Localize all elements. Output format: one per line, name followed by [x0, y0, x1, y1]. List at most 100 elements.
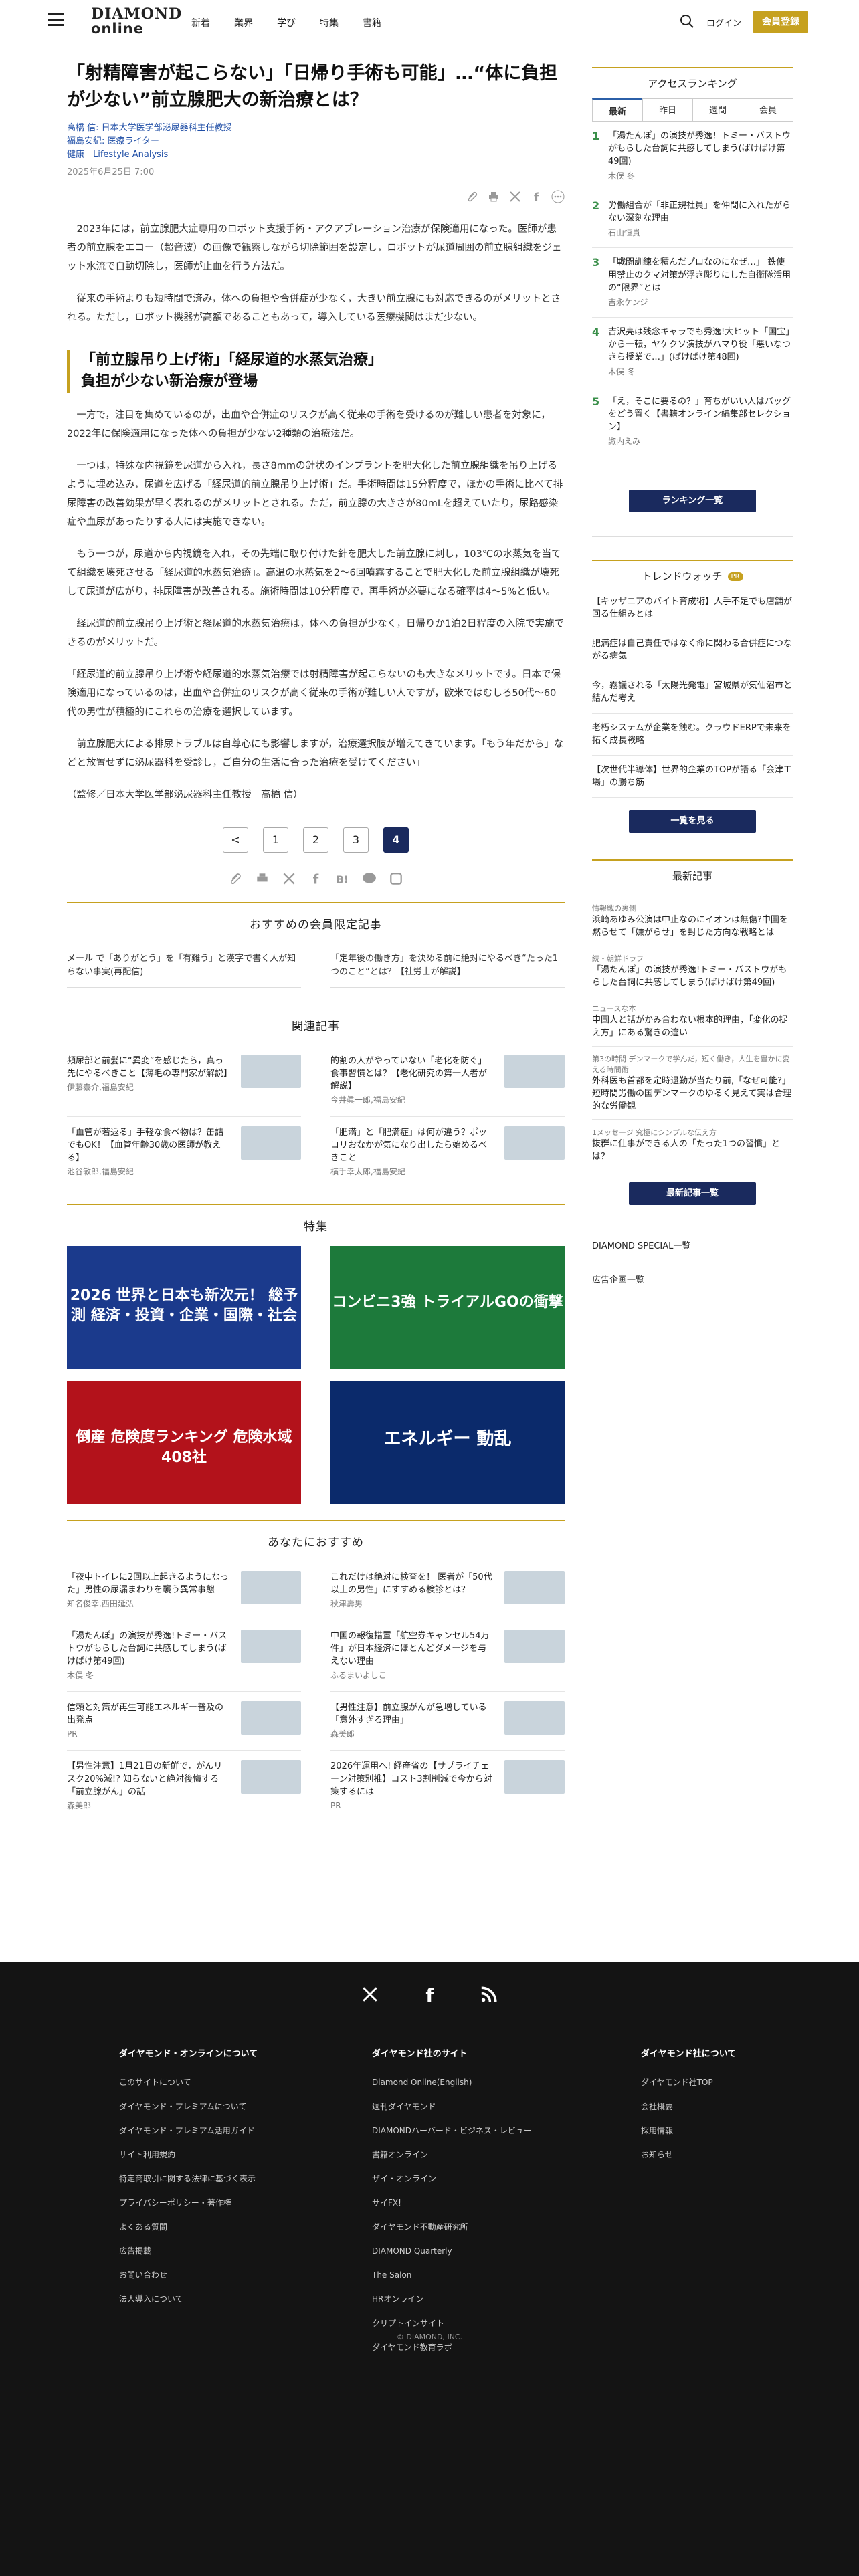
ad-feature-link[interactable]: 広告企画一覧	[592, 1266, 793, 1292]
recommend-article[interactable]: これだけは絶対に検査を！ 医者が「50代以上の男性」にすすめる検診とは？ 秋津壽男	[330, 1562, 565, 1620]
x-icon[interactable]	[282, 871, 296, 886]
footer-link[interactable]: プライバシーポリシー・著作権	[119, 2191, 258, 2215]
feature-banner-energy[interactable]: エネルギー 動乱	[330, 1381, 565, 1504]
diamond-special-link[interactable]: DIAMOND SPECIAL一覧	[592, 1232, 793, 1258]
hatena-icon[interactable]: B!	[335, 871, 350, 886]
related-article[interactable]: 「血管が若返る」手軽な食べ物は？缶詰でもOK！【血管年齢30歳の医師が教える】池…	[67, 1117, 301, 1188]
feature-banner-forecast[interactable]: 2026 世界と日本も新次元！ 総予測 経済・投資・企業・国際・社会	[67, 1246, 301, 1369]
footer-link[interactable]: Diamond Online(English)	[372, 2070, 532, 2095]
tab-yesterday[interactable]: 昨日	[642, 98, 693, 121]
new-articles-list-button[interactable]: 最新記事一覧	[629, 1182, 756, 1205]
nav-industry[interactable]: 業界	[234, 16, 253, 29]
footer-link[interactable]: お知らせ	[641, 2143, 736, 2167]
new-article-item[interactable]: ニュースな本 中国人と話がかみ合わない根本的理由，「変化の捉え方」にある驚きの違い	[592, 996, 793, 1047]
footer-link[interactable]: よくある質問	[119, 2215, 258, 2239]
footer-link[interactable]: クリプトインサイト	[372, 2311, 532, 2335]
site-logo[interactable]: DIAMOND online	[91, 7, 182, 36]
footer-link[interactable]: 週刊ダイヤモンド	[372, 2095, 532, 2119]
facebook-icon[interactable]: f	[420, 1984, 439, 2006]
feature-banner-convenience[interactable]: コンビニ3強 トライアルGOの衝撃	[330, 1246, 565, 1369]
page-1-button[interactable]: 1	[263, 827, 288, 853]
article-tags[interactable]: 健康 Lifestyle Analysis	[67, 148, 565, 162]
related-article[interactable]: 頻尿部と前髪に“異変”を感じたら，真っ先にやるべきこと【薄毛の専門家が解説】 伊藤…	[67, 1045, 301, 1117]
member-article-link[interactable]: メール で「ありがとう」を「有難う」と漢字で書く人が知らない事実(再配信)	[67, 944, 301, 988]
footer-link[interactable]: このサイトについて	[119, 2070, 258, 2095]
footer-link[interactable]: ダイヤモンド・プレミアム活用ガイド	[119, 2119, 258, 2143]
ranking-item[interactable]: 5 「え，そこに要るの？」育ちがいい人はバッグをどう置く【書籍オンライン編集部セレ…	[592, 387, 793, 456]
recommend-article[interactable]: 2026年運用へ! 経産省の【サプライチェーン対策別推】コスト3割削減で今から対…	[330, 1751, 565, 1822]
register-button[interactable]: 会員登録	[753, 11, 808, 33]
x-icon[interactable]	[508, 190, 522, 203]
new-article-item[interactable]: 第3の時間 デンマークで学んだ，短く働き，人生を豊かに変える時間術 外科医も首都を…	[592, 1047, 793, 1120]
trend-item[interactable]: 【キッザニアのバイト育成術】人手不足でも店舗が回る仕組みとは	[592, 587, 793, 629]
footer-link[interactable]: 特定商取引に関する法律に基づく表示	[119, 2167, 258, 2191]
page-2-button[interactable]: 2	[303, 827, 328, 853]
print-icon[interactable]	[255, 871, 270, 886]
rss-icon[interactable]	[480, 1985, 498, 2004]
ranking-item[interactable]: 4 吉沢亮は残念キャラでも秀逸!大ヒット「国宝」から一転，ヤケクソ演技がハマり役「…	[592, 318, 793, 387]
nav-new[interactable]: 新着	[191, 16, 210, 29]
tab-weekly[interactable]: 週間	[692, 98, 743, 121]
x-icon[interactable]	[361, 1985, 379, 2004]
feature-banner-bankruptcy[interactable]: 倒産 危険度ランキング 危険水域 408社	[67, 1381, 301, 1504]
trend-item[interactable]: 老朽システムが企業を蝕む。クラウドERPで未来を拓く成長戦略	[592, 714, 793, 756]
nav-learn[interactable]: 学び	[277, 16, 296, 29]
footer-link[interactable]: ダイヤモンド不動産研究所	[372, 2215, 532, 2239]
footer-link[interactable]: ザイ・オンライン	[372, 2167, 532, 2191]
footer-link[interactable]: サイFX!	[372, 2191, 532, 2215]
page-3-button[interactable]: 3	[343, 827, 369, 853]
search-icon[interactable]	[680, 14, 694, 29]
footer-link[interactable]: DIAMOND Quarterly	[372, 2239, 532, 2263]
footer-link[interactable]: 会社概要	[641, 2095, 736, 2119]
member-article-link[interactable]: 「定年後の働き方」を決める前に絶対にやるべき“たった1つのこと”とは？【社労士が…	[330, 944, 565, 988]
more-icon[interactable]	[551, 190, 565, 203]
clip-icon[interactable]	[228, 871, 243, 886]
footer-link[interactable]: お問い合わせ	[119, 2263, 258, 2287]
nav-feature[interactable]: 特集	[320, 16, 339, 29]
page-4-button[interactable]: 4	[383, 827, 409, 853]
new-article-item[interactable]: 情報戦の裏側 浜崎あゆみ公演は中止なのにイオンは無傷?中国を黙らせて「嫌がらせ」を…	[592, 896, 793, 946]
trend-list-button[interactable]: 一覧を見る	[629, 810, 756, 833]
pocket-icon[interactable]	[389, 871, 403, 886]
related-article[interactable]: 「肥満」と「肥満症」は何が違う？ポッコリおなかが気になり出したら始めるべきこと横…	[330, 1117, 565, 1188]
trend-item[interactable]: 【次世代半導体】世界的企業のTOPが語る「会津工場」の勝ち筋	[592, 756, 793, 798]
footer-link[interactable]: The Salon	[372, 2263, 532, 2287]
footer-link[interactable]: 法人導入について	[119, 2287, 258, 2311]
recommend-article[interactable]: 中国の報復措置「航空券キャンセル54万件」が日本経済にほとんどダメージを与えない…	[330, 1620, 565, 1692]
footer-link[interactable]: 書籍オンライン	[372, 2143, 532, 2167]
article-author[interactable]: 高橋 信: 日本大学医学部泌尿器科主任教授	[67, 122, 565, 135]
new-article-item[interactable]: 続・朝鮮ドラフ 「湯たんぽ」の演技が秀逸!トミー・バストウがもらした台詞に共感して…	[592, 946, 793, 996]
ranking-list-button[interactable]: ランキング一覧	[629, 490, 756, 512]
trend-item[interactable]: 肥満症は自己責任ではなく命に関わる合併症につながる病気	[592, 629, 793, 671]
footer-link[interactable]: DIAMONDハーバード・ビジネス・レビュー	[372, 2119, 532, 2143]
print-icon[interactable]	[487, 190, 500, 203]
ranking-item[interactable]: 2 労働組合が「非正規社員」を仲間に入れたがらない深刻な理由 石山恒貴	[592, 191, 793, 248]
footer-link[interactable]: ダイヤモンド・プレミアムについて	[119, 2095, 258, 2119]
facebook-icon[interactable]: f	[530, 190, 543, 203]
tab-latest[interactable]: 最新	[592, 98, 643, 121]
login-link[interactable]: ログイン	[706, 16, 741, 29]
new-article-item[interactable]: 1メッセージ 究極にシンプルな伝え方 抜群に仕事ができる人の「たった1つの習慣」と…	[592, 1120, 793, 1170]
nav-books[interactable]: 書籍	[363, 16, 381, 29]
recommend-article[interactable]: 信頼と対策が再生可能エネルギー普及の出発点 PR	[67, 1692, 301, 1751]
footer-link[interactable]: 広告掲載	[119, 2239, 258, 2263]
recommend-article[interactable]: 【男性注意】前立腺がんが急増している「意外すぎる理由」 森美郎	[330, 1692, 565, 1751]
recommend-article[interactable]: 「夜中トイレに2回以上起きるようになった」男性の尿漏まわりを襲う異常事態 知名俊幸…	[67, 1562, 301, 1620]
footer-link[interactable]: サイト利用規約	[119, 2143, 258, 2167]
footer-link[interactable]: ダイヤモンド社TOP	[641, 2070, 736, 2095]
footer-link[interactable]: HRオンライン	[372, 2287, 532, 2311]
ranking-item[interactable]: 3 「戦闘訓練を積んだプロなのになぜ…」 鉄使用禁止のクマ対策が浮き彫りにした自衛…	[592, 248, 793, 318]
tab-member[interactable]: 会員	[743, 98, 793, 121]
page-prev-button[interactable]: <	[223, 827, 248, 853]
clip-icon[interactable]	[466, 190, 479, 203]
line-icon[interactable]	[362, 871, 377, 886]
menu-icon[interactable]	[48, 13, 64, 27]
recommend-article[interactable]: 【男性注意】1月21日の新鮮で，がんリスク20%減!? 知らないと絶対後悔する「…	[67, 1751, 301, 1822]
recommend-article[interactable]: 「湯たんぽ」の演技が秀逸!トミー・バストウがもらした台詞に共感してしまう(ばけば…	[67, 1620, 301, 1692]
facebook-icon[interactable]: f	[308, 871, 323, 886]
ranking-item[interactable]: 1 「湯たんぽ」の演技が秀逸！トミー・バストウがもらした台詞に共感してしまう(ばけ…	[592, 122, 793, 191]
article-author-2[interactable]: 福島安紀: 医療ライター	[67, 135, 565, 148]
related-article[interactable]: 的割の人がやっていない「老化を防ぐ」食事習慣とは？【老化研究の第一人者が解説】今…	[330, 1045, 565, 1117]
trend-item[interactable]: 今，霧議される「太陽光発電」宮城県が気仙沼市と結んだ考え	[592, 671, 793, 714]
footer-link[interactable]: 採用情報	[641, 2119, 736, 2143]
